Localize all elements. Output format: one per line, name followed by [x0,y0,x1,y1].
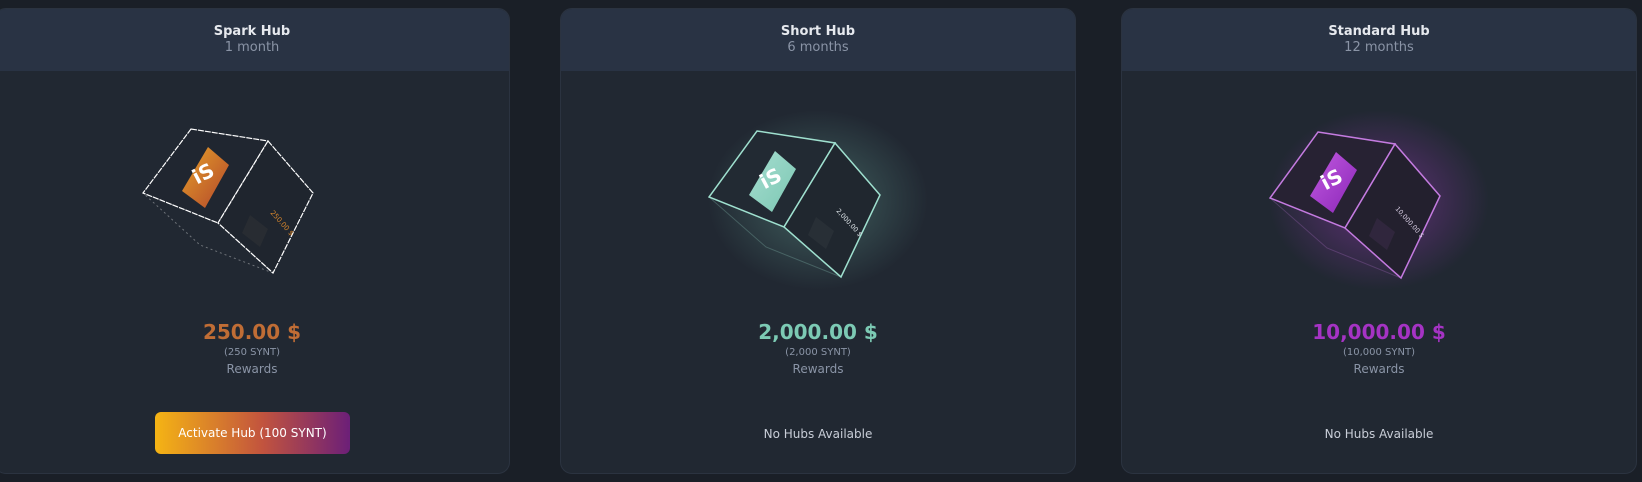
hub-card-header: Short Hub 6 months [561,9,1075,71]
hub-cube-image: iS 10,000.00 $ [1269,105,1489,295]
hub-price-amount: 10,000.00 [1312,320,1425,344]
hub-duration: 1 month [224,40,280,55]
hub-rewards-label: Rewards [226,362,278,376]
hub-title: Spark Hub [213,24,291,39]
no-hubs-status: No Hubs Available [1324,427,1434,441]
hub-card-standard: Standard Hub 12 months iS 10,000.00 $ 10… [1121,8,1637,474]
hub-duration: 12 months [1344,40,1414,55]
hub-price-currency: $ [1431,320,1446,344]
hub-price: 250.00 $ [0,320,509,344]
hub-card-header: Spark Hub 1 month [0,9,509,71]
hub-price: 2,000.00 $ [561,320,1075,344]
hubs-panel: Spark Hub 1 month iS 250.00 $ 250.00 $ (… [0,0,1642,482]
hub-rewards-label: Rewards [792,362,844,376]
hub-price-amount: 2,000.00 [758,320,857,344]
hub-cube-image: iS 250.00 $ [142,105,362,295]
no-hubs-status: No Hubs Available [763,427,873,441]
hub-duration: 6 months [787,40,849,55]
hub-price-currency: $ [863,320,878,344]
hub-price-currency: $ [287,320,302,344]
hub-synt-amount: (10,000 SYNT) [1342,347,1416,358]
hub-card-spark: Spark Hub 1 month iS 250.00 $ 250.00 $ (… [0,8,510,474]
hub-cube-image: iS 2,000.00 $ [708,105,928,295]
hub-card-header: Standard Hub 12 months [1122,9,1636,71]
hub-price-amount: 250.00 [202,320,281,344]
hub-price: 10,000.00 $ [1122,320,1636,344]
activate-hub-button[interactable]: Activate Hub (100 SYNT) [155,412,350,454]
hub-card-short: Short Hub 6 months iS 2,000.00 $ 2,000.0… [560,8,1076,474]
hub-rewards-label: Rewards [1353,362,1405,376]
hub-synt-amount: (250 SYNT) [223,347,281,358]
hub-synt-amount: (2,000 SYNT) [785,347,851,358]
hub-title: Standard Hub [1328,24,1430,39]
hub-title: Short Hub [780,24,856,39]
